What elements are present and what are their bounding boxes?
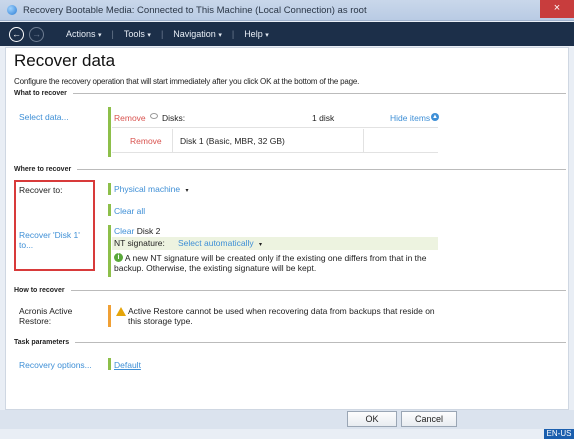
chevron-down-icon: ▾ [265,32,269,39]
menu-navigation[interactable]: Navigation ▾ [173,29,222,39]
section-what-to-recover: What to recover [14,90,566,97]
menu-separator: | [231,29,235,39]
ok-button[interactable]: OK [347,411,397,427]
section-task-parameters: Task parameters [14,339,566,346]
recovery-options-link[interactable]: Recovery options... [19,360,92,370]
clear-all-link[interactable]: Clear all [114,206,145,216]
recover-to-label: Recover to: [19,185,63,195]
menu-navigation-label: Navigation [173,29,216,39]
cell-divider [172,129,173,153]
main-content: Recover data Configure the recovery oper… [5,47,569,410]
recover-disk-link[interactable]: Recover 'Disk 1' to... [19,230,91,250]
nt-signature-row: NT signature: Select automatically ▾ [112,237,438,250]
section-label: How to recover [14,287,65,294]
menubar: ← → Actions ▾ | Tools ▾ | Navigation ▾ |… [0,22,574,46]
recover-to-value: Physical machine [114,184,181,194]
nt-signature-info: i A new NT signature will be created onl… [114,253,442,273]
section-accent-bar [108,204,111,216]
section-label: Task parameters [14,339,70,346]
forward-button[interactable]: → [29,26,44,42]
clear-link[interactable]: Clear [114,226,134,236]
disk-table-header: Remove Disks: 1 disk Hide items ▲ [112,109,439,128]
app-logo-icon [7,5,17,15]
chevron-down-icon: ▾ [147,32,151,39]
warning-icon [116,307,126,316]
close-icon: × [553,2,561,14]
bottom-button-bar [0,410,574,429]
close-button[interactable]: × [540,0,574,18]
menu-separator: | [111,29,114,39]
chevron-down-icon: ▾ [258,242,262,248]
cell-divider [363,129,364,153]
disks-label: Disks: [162,113,186,123]
info-icon: i [114,253,123,262]
section-accent-bar [108,225,111,277]
forward-arrow-icon: → [32,28,41,39]
disk-table: Remove Disks: 1 disk Hide items ▲ Remove… [112,109,439,155]
menu-tools[interactable]: Tools ▾ [124,29,151,39]
window-titlebar: Recovery Bootable Media: Connected to Th… [0,0,574,21]
nt-signature-value: Select automatically [178,238,254,248]
chevron-down-icon: ▾ [98,32,102,39]
chevron-down-icon: ▾ [218,32,222,39]
active-restore-warning: Active Restore cannot be used when recov… [128,306,435,326]
divider [75,342,566,343]
section-where-to-recover: Where to recover [14,166,566,173]
remove-disk-link[interactable]: Remove [130,136,162,146]
hide-items-link[interactable]: Hide items [390,113,430,123]
target-disk: Disk 2 [136,226,161,236]
recover-to-dropdown[interactable]: Physical machine ▾ [114,184,189,194]
divider [70,290,566,291]
page-title: Recover data [14,51,116,70]
section-accent-bar [108,107,111,157]
select-data-link[interactable]: Select data... [19,112,69,122]
divider [77,169,566,170]
nt-signature-label: NT signature: [114,238,165,248]
window-title: Recovery Bootable Media: Connected to Th… [23,4,367,16]
remove-all-link[interactable]: Remove [114,113,146,123]
section-how-to-recover: How to recover [14,287,566,294]
menu-help-label: Help [244,29,263,39]
back-button[interactable]: ← [9,26,24,42]
language-indicator[interactable]: EN-US [544,429,574,439]
cancel-button[interactable]: Cancel [401,411,457,427]
nt-signature-dropdown[interactable]: Select automatically ▾ [178,238,262,248]
page-description: Configure the recovery operation that wi… [14,77,360,86]
divider [72,93,566,94]
menu-actions[interactable]: Actions ▾ [66,29,102,39]
collapse-icon[interactable]: ▲ [431,113,439,121]
menu-help[interactable]: Help ▾ [244,29,269,39]
disk-row-label: Disk 1 (Basic, MBR, 32 GB) [180,136,285,146]
default-link[interactable]: Default [114,360,141,370]
acronis-active-restore-label: Acronis Active Restore: [19,306,73,326]
menu-separator: | [160,29,164,39]
eye-icon [150,113,158,119]
chevron-down-icon: ▾ [185,188,189,194]
section-accent-bar [108,358,111,370]
disk-count: 1 disk [312,113,335,123]
target-disk-row: Clear Disk 2 [114,226,160,236]
table-row: Remove Disk 1 (Basic, MBR, 32 GB) [112,129,438,153]
menu-actions-label: Actions [66,29,96,39]
section-label: What to recover [14,90,67,97]
warning-accent-bar [108,305,111,327]
back-arrow-icon: ← [12,28,21,39]
status-bar [0,429,574,439]
nt-signature-info-text: A new NT signature will be created only … [114,253,427,273]
section-label: Where to recover [14,166,72,173]
menu-tools-label: Tools [123,29,145,39]
section-accent-bar [108,183,111,195]
